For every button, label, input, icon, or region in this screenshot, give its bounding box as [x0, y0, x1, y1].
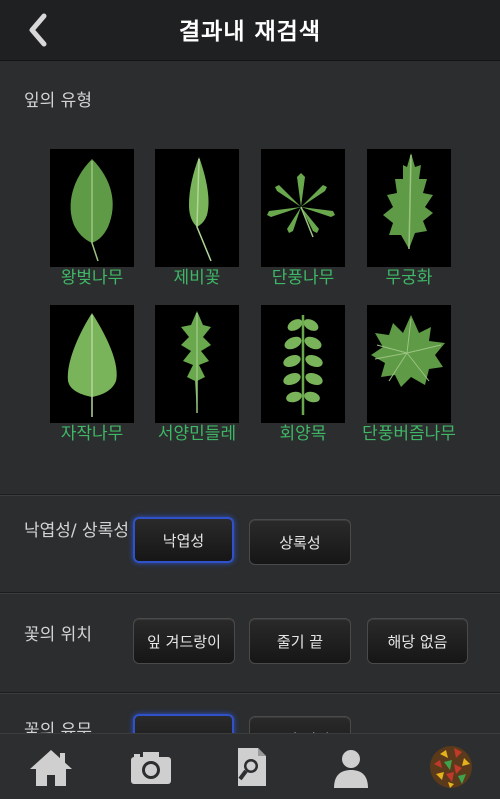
- bottom-tab-bar: [0, 733, 500, 799]
- search-document-icon: [238, 748, 266, 786]
- leaf-sycamore-icon: [371, 315, 445, 387]
- tab-home[interactable]: [26, 744, 76, 790]
- leaf-lanceolate-icon: [189, 157, 212, 262]
- leaf-thumb-danpung[interactable]: [261, 149, 345, 267]
- flower-position-label: 꽃의 위치: [24, 625, 92, 645]
- leaf-name[interactable]: 제비꽃: [147, 265, 247, 292]
- leaf-thumb-hoeyang[interactable]: [261, 305, 345, 423]
- leaf-dandelion-icon: [181, 311, 211, 413]
- tab-profile[interactable]: [326, 744, 376, 790]
- header-bar: 결과내 재검색: [0, 0, 500, 61]
- deciduous-label: 낙엽성/ 상록성: [24, 521, 129, 541]
- leaf-triangular-icon: [67, 313, 117, 417]
- leaf-name[interactable]: 자작나무: [42, 421, 142, 448]
- divider: [0, 693, 500, 694]
- divider: [0, 495, 500, 496]
- leaf-compound-icon: [283, 315, 323, 415]
- divider: [0, 593, 500, 594]
- leaf-axil-button[interactable]: 잎 겨드랑이: [133, 618, 235, 664]
- leaf-serrated-icon: [383, 153, 433, 250]
- leaf-ovate-icon: [70, 159, 113, 262]
- leaf-name[interactable]: 단풍나무: [253, 265, 353, 292]
- user-icon: [334, 750, 368, 788]
- deciduous-button[interactable]: 낙엽성: [133, 517, 234, 563]
- leaf-thumb-wangbeot[interactable]: [50, 149, 134, 267]
- stem-tip-button[interactable]: 줄기 끝: [249, 618, 351, 664]
- leaf-thumb-jebikkot[interactable]: [155, 149, 239, 267]
- home-icon: [30, 750, 72, 786]
- leaf-thumb-danpungbeojeum[interactable]: [367, 305, 451, 423]
- not-applicable-button[interactable]: 해당 없음: [367, 618, 468, 664]
- tab-camera[interactable]: [126, 744, 176, 790]
- leaf-name[interactable]: 서양민들레: [147, 421, 247, 448]
- leaf-thumb-jajak[interactable]: [50, 305, 134, 423]
- leaf-name[interactable]: 단풍버즘나무: [359, 421, 459, 448]
- tab-app-logo[interactable]: [426, 744, 476, 790]
- leaf-name[interactable]: 왕벚나무: [42, 265, 142, 292]
- leaves-logo-icon: [430, 746, 472, 788]
- tab-search[interactable]: [226, 744, 276, 790]
- camera-icon: [131, 752, 171, 784]
- leaf-thumb-mugunghwa[interactable]: [367, 149, 451, 267]
- leaf-palmate-icon: [267, 173, 335, 238]
- leaf-thumb-minddeulle[interactable]: [155, 305, 239, 423]
- leaf-type-label: 잎의 유형: [24, 91, 92, 111]
- leaf-name[interactable]: 회양목: [253, 421, 353, 448]
- evergreen-button[interactable]: 상록성: [249, 519, 351, 565]
- page-title: 결과내 재검색: [179, 19, 321, 45]
- leaf-name[interactable]: 무궁화: [359, 265, 459, 292]
